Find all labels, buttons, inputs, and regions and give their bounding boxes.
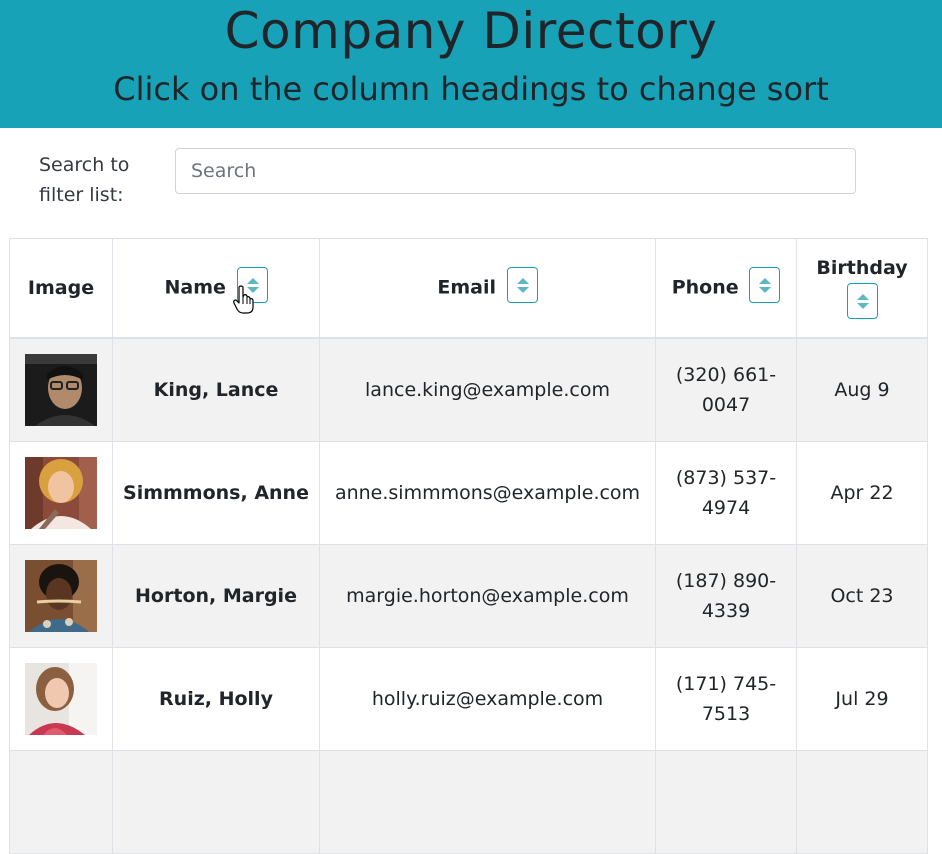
sort-email-button[interactable] — [506, 267, 538, 303]
column-header-image: Image — [9, 238, 113, 339]
sort-up-icon — [856, 294, 869, 300]
phone-line-1: (873) 537- — [675, 467, 777, 489]
email-cell: lance.king@example.com — [319, 337, 656, 442]
phone-line-2: 0047 — [701, 394, 751, 416]
phone-line-2: 4974 — [701, 497, 751, 519]
image-cell — [9, 337, 113, 442]
phone-line-1: (187) 890- — [675, 570, 777, 592]
phone-cell: (187) 890- 4339 — [655, 544, 797, 648]
email-cell — [319, 750, 656, 854]
employee-photo — [25, 354, 97, 426]
table-row: Horton, Margie margie.horton@example.com… — [9, 544, 928, 648]
birthday-cell: Aug 9 — [796, 337, 928, 442]
column-label-name: Name — [164, 276, 226, 299]
column-label-birthday: Birthday — [816, 257, 908, 279]
table-row — [9, 750, 928, 854]
column-header-phone[interactable]: Phone — [655, 238, 797, 339]
birthday-cell: Oct 23 — [796, 544, 928, 648]
employee-photo — [25, 560, 97, 632]
name-cell: Horton, Margie — [112, 544, 320, 648]
phone-line-2: 4339 — [701, 600, 751, 622]
phone-cell: (171) 745- 7513 — [655, 647, 797, 751]
sort-down-icon — [759, 287, 772, 293]
sort-birthday-button[interactable] — [846, 283, 878, 319]
column-label-email: Email — [437, 276, 496, 299]
table-row: Ruiz, Holly holly.ruiz@example.com (171)… — [9, 647, 928, 751]
sort-down-icon — [516, 287, 529, 293]
sort-phone-button[interactable] — [749, 267, 781, 303]
sort-up-icon — [246, 278, 259, 284]
column-label-phone: Phone — [671, 276, 739, 299]
column-header-email[interactable]: Email — [319, 238, 656, 339]
table-header-row: Image Name Email Phone Birthday — [9, 238, 928, 339]
directory-table: Image Name Email Phone Birthday King, La… — [9, 238, 928, 854]
column-header-name[interactable]: Name — [112, 238, 320, 339]
image-cell — [9, 441, 113, 545]
email-cell: anne.simmmons@example.com — [319, 441, 656, 545]
phone-cell: (320) 661- 0047 — [655, 337, 797, 442]
hand-pointer-icon — [233, 285, 254, 314]
birthday-cell: Jul 29 — [796, 647, 928, 751]
page-header: Company Directory Click on the column he… — [0, 0, 942, 128]
table-row: King, Lance lance.king@example.com (320)… — [9, 337, 928, 442]
phone-line-2: 7513 — [701, 703, 751, 725]
image-cell — [9, 544, 113, 648]
page-subtitle: Click on the column headings to change s… — [113, 70, 829, 108]
column-label-image: Image — [27, 277, 95, 299]
name-cell: Ruiz, Holly — [112, 647, 320, 751]
sort-up-icon — [516, 278, 529, 284]
employee-photo — [25, 457, 97, 529]
page-title: Company Directory — [224, 2, 718, 60]
birthday-cell: Apr 22 — [796, 441, 928, 545]
sort-up-icon — [759, 278, 772, 284]
phone-cell: (873) 537- 4974 — [655, 441, 797, 545]
name-cell: King, Lance — [112, 337, 320, 442]
name-cell: Simmmons, Anne — [112, 441, 320, 545]
search-input[interactable] — [175, 148, 856, 194]
email-cell: holly.ruiz@example.com — [319, 647, 656, 751]
table-row: Simmmons, Anne anne.simmmons@example.com… — [9, 441, 928, 545]
name-cell — [112, 750, 320, 854]
email-cell: margie.horton@example.com — [319, 544, 656, 648]
image-cell — [9, 750, 113, 854]
column-header-birthday[interactable]: Birthday — [796, 238, 928, 339]
search-label: Search to filter list: — [39, 154, 130, 206]
sort-down-icon — [856, 303, 869, 309]
phone-cell — [655, 750, 797, 854]
birthday-cell — [796, 750, 928, 854]
phone-line-1: (171) 745- — [675, 673, 777, 695]
employee-photo — [25, 663, 97, 735]
image-cell — [9, 647, 113, 751]
phone-line-1: (320) 661- — [675, 364, 777, 386]
